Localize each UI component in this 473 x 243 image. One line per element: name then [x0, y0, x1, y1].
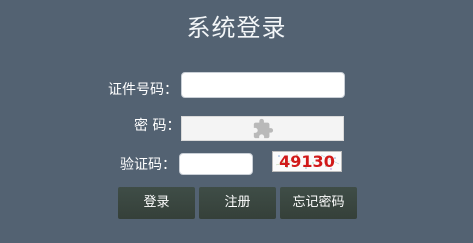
id-number-input[interactable] — [181, 72, 345, 98]
captcha-image[interactable]: 49130 — [272, 151, 342, 172]
captcha-code: 49130 — [279, 152, 335, 171]
page-title: 系统登录 — [186, 14, 287, 42]
captcha-input[interactable] — [179, 153, 253, 175]
captcha-label: 验证码： — [120, 157, 176, 173]
login-button[interactable]: 登录 — [118, 187, 195, 219]
password-label: 密 码： — [134, 118, 181, 134]
password-field[interactable] — [181, 116, 344, 141]
register-button[interactable]: 注册 — [199, 187, 276, 219]
puzzle-icon — [253, 118, 274, 139]
forgot-password-button[interactable]: 忘记密码 — [280, 187, 357, 219]
id-number-label: 证件号码： — [108, 82, 178, 98]
